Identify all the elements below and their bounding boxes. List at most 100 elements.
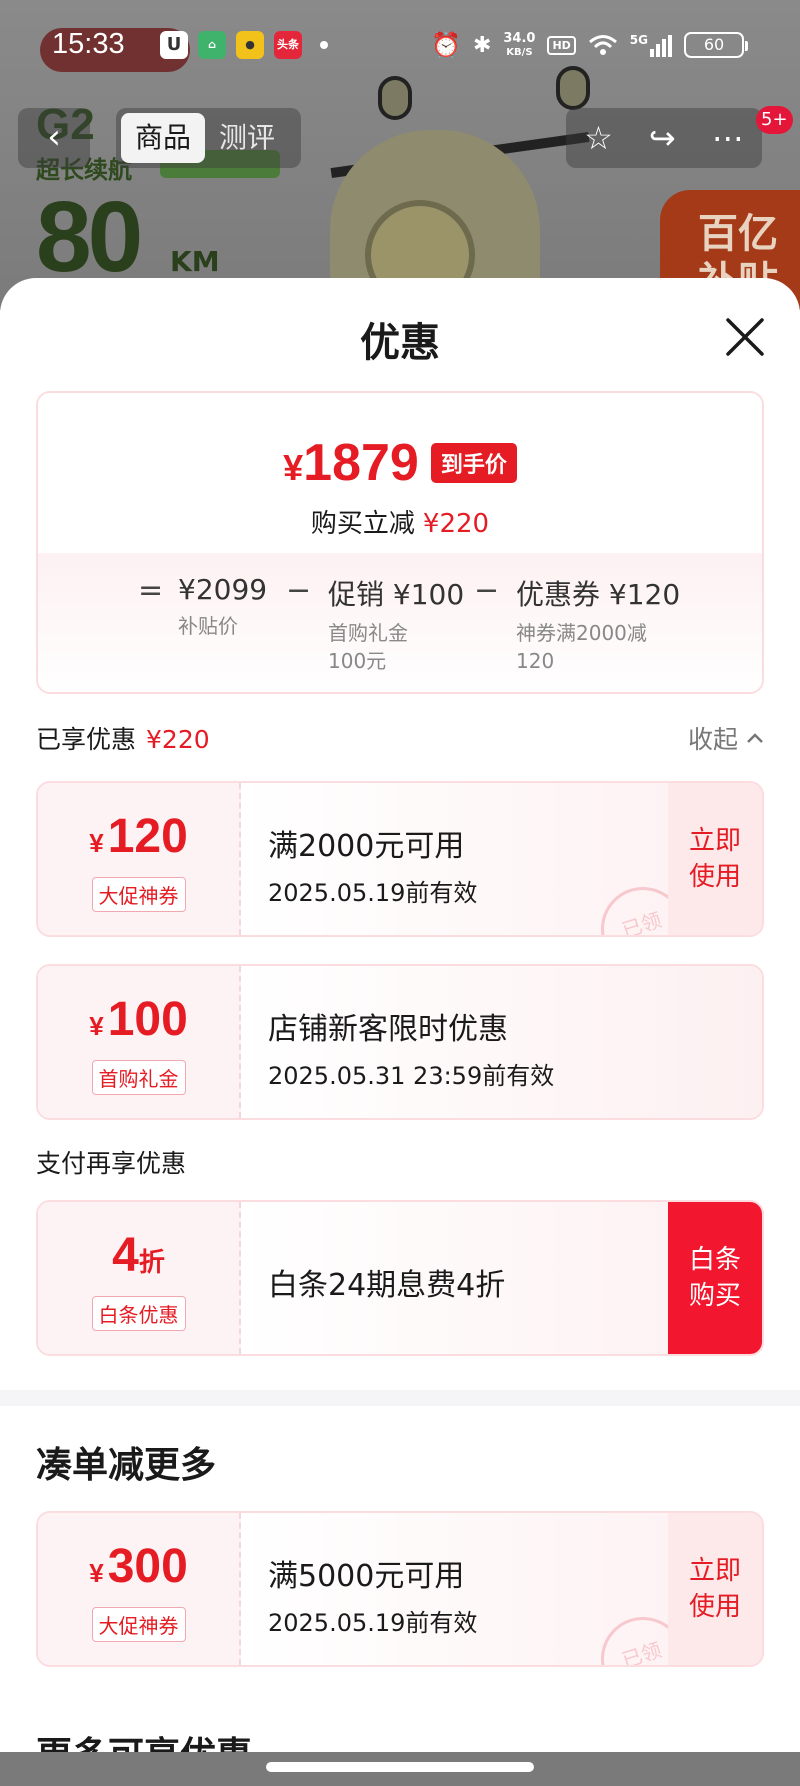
alarm-icon: ⏰ [431,31,461,59]
more-section-title: 凑单减更多 [36,1445,217,1486]
star-icon[interactable]: ☆ [584,119,613,157]
baitiao-buy-label: 白条 购买 [688,1245,741,1311]
use-now-label: 立即 使用 [688,826,741,892]
final-price: ¥1879 [283,433,419,493]
network-speed: 34.0 KB/S [503,32,535,59]
final-price-area: ¥1879 到手价 购买立减 ¥220 [38,393,762,553]
speed-unit: KB/S [506,46,533,58]
coupon-validity: 2025.05.31 23:59前有效 [268,1062,555,1090]
breakdown-op-minus: − [474,573,500,608]
reduction-label: 购买立减 [310,509,415,539]
coupon-value-area: ¥300 大促神券 [38,1513,241,1665]
message-badge: 5+ [756,106,793,134]
currency-symbol: ¥ [283,447,304,488]
coupon-tag: 大促神券 [91,1607,186,1642]
coupon-details: 店铺新客限时优惠 2025.05.31 23:59前有效 [268,1004,554,1091]
use-now-label: 立即 使用 [688,1556,741,1622]
battery-indicator: 60 [684,32,748,58]
breakdown-coupon: 优惠券 ¥120 神券满2000减 120 [516,573,680,675]
coupon-card: ¥120 大促神券 满2000元可用 2025.05.19前有效 已领 立即 使… [36,781,764,937]
reduction-amount: ¥220 [422,509,490,539]
offer-unit: 折 [138,1247,165,1277]
coupon-tag: 白条优惠 [91,1296,186,1331]
breakdown-label: 补贴价 [178,614,238,638]
breakdown-label: 神券满2000减 120 [516,621,647,673]
breakdown-promotion: 促销 ¥100 首购礼金 100元 [328,573,464,675]
coupon-validity: 2025.05.19前有效 [268,879,478,907]
collapse-label: 收起 [687,725,738,754]
status-icons: ⏰ ✱ 34.0 KB/S HD 5G 60 [431,30,748,60]
coupon-value-area: ¥120 大促神券 [38,783,241,935]
signal-icon: 5G [630,33,672,57]
currency-symbol: ¥ [89,828,104,858]
speed-value: 34.0 [503,30,536,46]
price-breakdown: = ¥2099 补贴价 − 促销 ¥100 首购礼金 100元 − 优惠券 ¥1… [38,553,762,692]
coupon-card: ¥300 大促神券 满5000元可用 2025.05.19前有效 已领 立即 使… [36,1511,764,1667]
currency-symbol: ¥ [89,1011,104,1041]
coupon-condition: 满2000元可用 [268,829,465,864]
coupon-tag: 首购礼金 [91,1060,186,1095]
coupon-amount: ¥120 [38,811,239,869]
breakdown-value: ¥2099 [178,573,268,606]
final-price-tag: 到手价 [430,443,517,483]
breakdown-value: 促销 ¥100 [328,578,465,611]
breakdown-value: 优惠券 ¥120 [516,578,681,611]
coupon-details: 满5000元可用 2025.05.19前有效 [268,1551,477,1638]
baitiao-buy-button[interactable]: 白条 购买 [668,1202,762,1354]
coupon-details: 满2000元可用 2025.05.19前有效 [268,821,477,908]
hd-badge: HD [547,35,576,55]
coupon-amount-value: 300 [107,1540,188,1593]
notification-icon-app: ● [236,31,264,59]
coupon-amount: ¥100 [38,994,239,1052]
pay-section-title: 支付再享优惠 [36,1149,187,1178]
instant-reduction: 购买立减 ¥220 [38,503,762,540]
wifi-icon [588,35,617,55]
final-price-row: ¥1879 到手价 [38,433,762,493]
tab-review[interactable]: 测评 [205,113,289,163]
breakdown-subsidy-price: ¥2099 补贴价 [178,573,267,640]
enjoyed-discount-header: 已享优惠 ¥220 [36,720,210,756]
back-button[interactable]: ‹ [18,108,90,168]
bluetooth-icon: ✱ [472,32,492,58]
range-unit: KM [170,245,220,278]
notification-icon-toutiao: 头条 [274,31,302,59]
breakdown-label: 首购礼金 100元 [328,621,408,673]
use-now-button[interactable]: 立即 使用 [668,1513,762,1665]
nav-actions: ☆ ↪ ⋯ [566,108,762,168]
status-bar: 15:33 U ⌂ ● 头条 ⏰ ✱ 34.0 KB/S HD 5G 60 [0,0,800,90]
nav-tabs: 商品 测评 [116,108,301,168]
offer-amount-value: 4 [112,1229,139,1282]
coupon-card: ¥100 首购礼金 店铺新客限时优惠 2025.05.31 23:59前有效 [36,964,764,1120]
payment-offer-card: 4折 白条优惠 白条24期息费4折 白条 购买 [36,1200,764,1356]
coupon-validity: 2025.05.19前有效 [268,1609,478,1637]
offer-description: 白条24期息费4折 [268,1268,506,1303]
collapse-button[interactable]: 收起 [688,720,764,756]
coupon-value-area: 4折 白条优惠 [38,1202,241,1354]
currency-symbol: ¥ [89,1558,104,1588]
coupon-tag: 大促神券 [91,877,186,912]
close-icon[interactable] [724,316,766,358]
home-indicator[interactable] [266,1762,534,1772]
notification-icon-home: ⌂ [198,31,226,59]
discount-sheet: 优惠 ¥1879 到手价 购买立减 ¥220 = ¥2099 补贴价 − 促销 ¥… [0,278,800,1786]
offer-amount: 4折 [38,1230,239,1288]
more-icon[interactable]: ⋯ [712,119,744,157]
coupon-amount: ¥300 [38,1541,239,1599]
chevron-left-icon: ‹ [47,117,61,157]
breakdown-op-equals: = [138,573,164,608]
coupon-value-area: ¥100 首购礼金 [38,966,241,1118]
enjoyed-amount: ¥220 [146,725,210,754]
use-now-button[interactable]: 立即 使用 [668,783,762,935]
price-summary-card: ¥1879 到手价 购买立减 ¥220 = ¥2099 补贴价 − 促销 ¥100… [36,391,764,694]
coupon-condition: 满5000元可用 [268,1559,465,1594]
coupon-amount-value: 100 [107,993,188,1046]
final-price-value: 1879 [303,434,419,492]
section-divider [0,1390,800,1406]
tab-product[interactable]: 商品 [121,113,206,163]
more-notifications-dot [320,41,328,49]
net-type: 5G [629,33,648,47]
share-icon[interactable]: ↪ [649,119,676,157]
coupon-condition: 店铺新客限时优惠 [268,1012,508,1047]
clock: 15:33 [52,28,125,60]
coupon-amount-value: 120 [107,810,188,863]
